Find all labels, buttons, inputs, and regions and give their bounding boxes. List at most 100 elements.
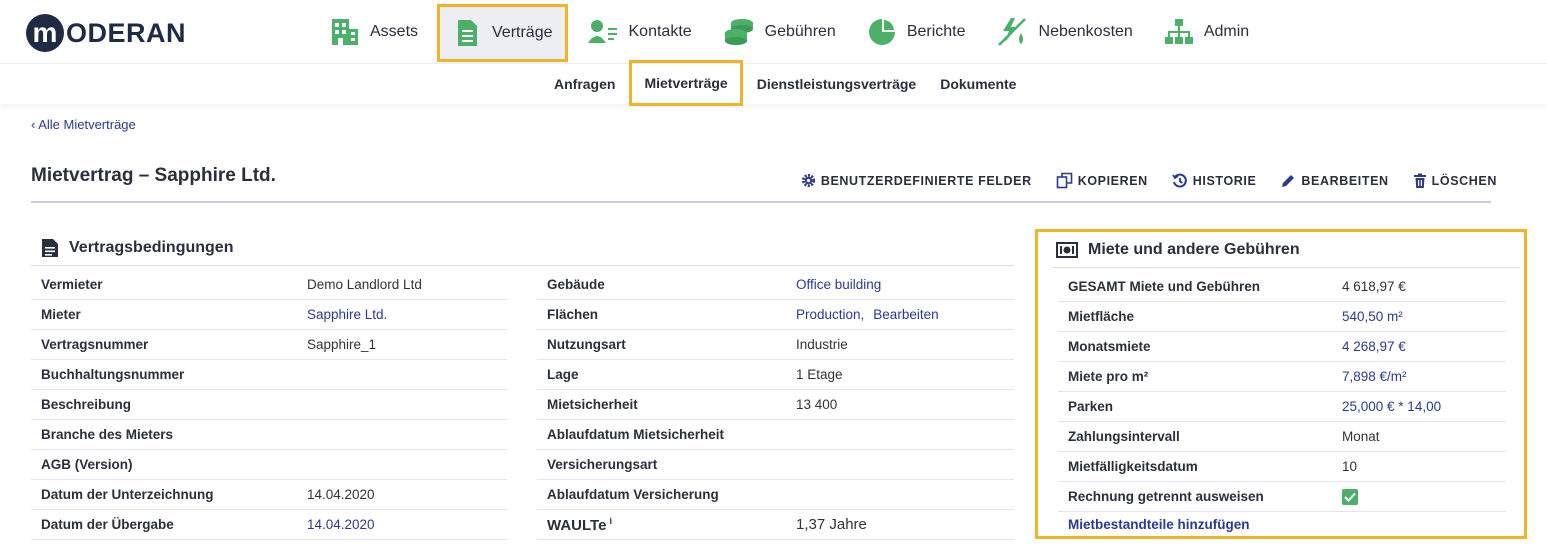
nav-assets[interactable]: Assets <box>318 3 430 61</box>
field-label: Mietsicherheit <box>547 397 638 412</box>
table-row: Parken 25,000 € * 14,00 <box>1058 392 1506 422</box>
field-label: Datum der Übergabe <box>41 517 174 532</box>
field-label: Branche des Mieters <box>41 427 174 442</box>
table-row: Mietfläche 540,50 m² <box>1058 302 1506 332</box>
pencil-icon <box>1282 174 1295 187</box>
area-link[interactable]: Production, <box>796 307 864 322</box>
page-title: Mietvertrag – Sapphire Ltd. <box>31 165 276 186</box>
sub-nav: Anfragen Mietverträge Dienstleistungsver… <box>542 60 1028 106</box>
copy-icon <box>1056 172 1073 189</box>
subnav-dokumente[interactable]: Dokumente <box>928 76 1028 92</box>
table-row: Flächen Production, Bearbeiten <box>537 300 1014 330</box>
table-row: GESAMT Miete und Gebühren 4 618,97 € <box>1058 272 1506 302</box>
main-nav: Assets Verträge Kontakte Gebühren Berich… <box>318 0 1268 64</box>
nav-gebuehren[interactable]: Gebühren <box>711 3 848 61</box>
custom-fields-button[interactable]: BENUTZERDEFINIERTE FELDER <box>801 173 1032 188</box>
gear-icon <box>801 173 815 188</box>
subnav-mietvertraege[interactable]: Mietverträge <box>629 60 743 106</box>
money-icon <box>1056 242 1078 258</box>
table-row: Buchhaltungsnummer <box>31 360 507 390</box>
nav-label: Verträge <box>492 24 553 41</box>
subnav-dienstleistungsvertraege[interactable]: Dienstleistungsverträge <box>745 76 929 92</box>
copy-button[interactable]: KOPIEREN <box>1056 172 1148 189</box>
field-label: AGB (Version) <box>41 457 133 472</box>
monthly-rent-link[interactable]: 4 268,97 € <box>1342 339 1406 354</box>
field-value: Monat <box>1342 429 1380 444</box>
rent-per-sqm-link[interactable]: 7,898 €/m² <box>1342 369 1407 384</box>
table-row: Rechnung getrennt ausweisen <box>1058 482 1506 512</box>
action-toolbar: BENUTZERDEFINIERTE FELDER KOPIEREN HISTO… <box>777 172 1497 189</box>
field-value: Industrie <box>796 337 848 352</box>
field-label: Ablaufdatum Versicherung <box>547 487 719 502</box>
pie-chart-icon <box>868 19 895 45</box>
rental-area-link[interactable]: 540,50 m² <box>1342 309 1403 324</box>
sub-nav-bar: Anfragen Mietverträge Dienstleistungsver… <box>0 60 1547 106</box>
logo-text: ODERAN <box>66 17 187 48</box>
separate-invoice-checkbox[interactable] <box>1342 488 1358 505</box>
history-button[interactable]: HISTORIE <box>1172 173 1257 189</box>
trash-icon <box>1413 173 1426 188</box>
field-label: Parken <box>1068 399 1114 414</box>
back-link-all-leases[interactable]: ‹ Alle Mietverträge <box>31 117 136 132</box>
table-row: Zahlungsintervall Monat <box>1058 422 1506 452</box>
table-row: Ablaufdatum Versicherung <box>537 480 1014 510</box>
handover-date-link[interactable]: 14.04.2020 <box>307 517 375 532</box>
table-row: Datum der Übergabe 14.04.2020 <box>31 510 507 540</box>
utilities-icon <box>997 18 1026 46</box>
table-row: Versicherungsart <box>537 450 1014 480</box>
org-chart-icon <box>1164 19 1193 44</box>
nav-label: Gebühren <box>764 23 836 40</box>
field-label: Datum der Unterzeichnung <box>41 487 214 502</box>
field-label: Zahlungsintervall <box>1068 429 1180 444</box>
terms-right-table: Gebäude Office building Flächen Producti… <box>537 270 1014 540</box>
nav-berichte[interactable]: Berichte <box>855 3 978 61</box>
section-title: Vertragsbedingungen <box>69 239 234 256</box>
nav-vertraege[interactable]: Verträge <box>437 4 568 62</box>
table-row: Monatsmiete 4 268,97 € <box>1058 332 1506 362</box>
nav-label: Kontakte <box>628 23 692 40</box>
add-rent-components-link[interactable]: Mietbestandteile hinzufügen <box>1068 517 1250 532</box>
terms-section-header: Vertragsbedingungen <box>41 238 233 258</box>
title-divider <box>31 201 1491 203</box>
section-divider <box>31 265 1014 266</box>
nav-label: Nebenkosten <box>1038 23 1133 40</box>
info-icon[interactable]: i <box>609 516 612 526</box>
action-label: BENUTZERDEFINIERTE FELDER <box>820 173 1032 188</box>
nav-kontakte[interactable]: Kontakte <box>575 3 704 61</box>
contacts-icon <box>587 20 617 43</box>
parking-link[interactable]: 25,000 € * 14,00 <box>1342 399 1441 414</box>
rent-charges-panel: Miete und andere Gebühren GESAMT Miete u… <box>1035 229 1527 539</box>
action-label: HISTORIE <box>1192 173 1257 188</box>
field-label: WAULTe i <box>537 516 796 534</box>
table-row: Datum der Unterzeichnung 14.04.2020 <box>31 480 507 510</box>
field-label: Flächen <box>547 307 599 322</box>
moderan-logo[interactable]: m ODERAN <box>26 13 186 53</box>
history-icon <box>1172 173 1187 188</box>
terms-left-table: Vermieter Demo Landlord Ltd Mieter Sapph… <box>31 270 507 540</box>
field-label: Versicherungsart <box>547 457 658 472</box>
table-row: Lage 1 Etage <box>537 360 1014 390</box>
table-row: AGB (Version) <box>31 450 507 480</box>
table-row: Nutzungsart Industrie <box>537 330 1014 360</box>
table-row: Gebäude Office building <box>537 270 1014 300</box>
nav-label: Admin <box>1203 23 1250 40</box>
edit-button[interactable]: BEARBEITEN <box>1280 173 1388 189</box>
subnav-anfragen[interactable]: Anfragen <box>542 76 627 92</box>
logo-mark: m <box>26 14 64 52</box>
field-label: Beschreibung <box>41 397 132 412</box>
checkmark-icon <box>1344 492 1356 502</box>
field-label: Gebäude <box>547 277 605 292</box>
building-link[interactable]: Office building <box>796 277 881 292</box>
nav-nebenkosten[interactable]: Nebenkosten <box>985 3 1145 61</box>
field-label: Ablaufdatum Mietsicherheit <box>547 427 725 442</box>
nav-admin[interactable]: Admin <box>1152 3 1261 61</box>
waulte-label: WAULTe <box>547 516 607 534</box>
tenant-link[interactable]: Sapphire Ltd. <box>307 307 387 322</box>
field-label: Rechnung getrennt ausweisen <box>1068 489 1264 504</box>
section-divider <box>1052 267 1520 268</box>
edit-areas-link[interactable]: Bearbeiten <box>873 307 938 322</box>
nav-label: Assets <box>370 23 419 40</box>
delete-button[interactable]: LÖSCHEN <box>1413 173 1497 189</box>
top-bar: m ODERAN Assets Verträge Kontakte Gebühr… <box>0 0 1547 64</box>
field-value: 10 <box>1342 459 1358 474</box>
